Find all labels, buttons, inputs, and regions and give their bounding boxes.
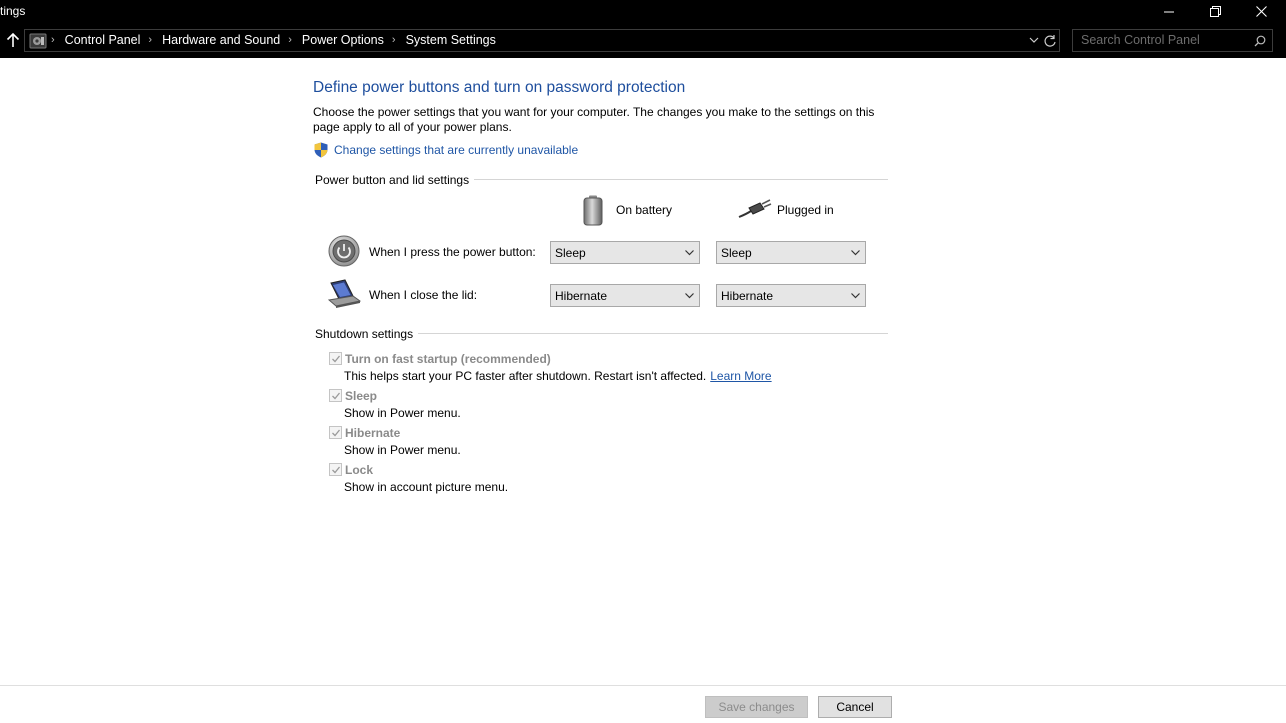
title-bar: tings [0, 0, 1286, 23]
sleep-title: Sleep [345, 389, 378, 403]
fast-startup-description: This helps start your PC faster after sh… [344, 369, 772, 383]
laptop-lid-icon [327, 279, 361, 308]
check-icon [332, 466, 341, 474]
check-icon [332, 355, 341, 363]
chevron-down-icon [685, 293, 694, 299]
chevron-down-icon [851, 250, 860, 256]
search-input[interactable] [1081, 33, 1251, 47]
lock-checkbox[interactable] [329, 463, 342, 476]
close-lid-label: When I close the lid: [369, 288, 478, 302]
change-settings-link[interactable]: Change settings that are currently unava… [334, 143, 578, 157]
close-lid-plugged-select[interactable]: Hibernate [716, 284, 866, 307]
address-bar[interactable]: › Control Panel › Hardware and Sound › P… [24, 29, 1060, 52]
chevron-down-icon [685, 250, 694, 256]
chevron-right-icon[interactable]: › [392, 34, 396, 46]
hibernate-checkbox[interactable] [329, 426, 342, 439]
select-value: Sleep [721, 246, 752, 260]
chevron-right-icon[interactable]: › [148, 34, 152, 46]
check-icon [332, 392, 341, 400]
restore-icon [1209, 6, 1221, 17]
plugged-in-label: Plugged in [777, 203, 834, 217]
page-title: Define power buttons and turn on passwor… [313, 79, 686, 96]
restore-button[interactable] [1192, 0, 1238, 23]
save-changes-button[interactable]: Save changes [705, 696, 808, 718]
fast-startup-checkbox[interactable] [329, 352, 342, 365]
uac-shield-icon [314, 142, 328, 158]
lock-title: Lock [345, 463, 374, 477]
sleep-checkbox[interactable] [329, 389, 342, 402]
breadcrumb-control-panel[interactable]: Control Panel [65, 33, 141, 47]
close-button[interactable] [1238, 0, 1284, 23]
hibernate-description: Show in Power menu. [344, 443, 461, 457]
cancel-button[interactable]: Cancel [818, 696, 892, 718]
check-icon [332, 429, 341, 437]
breadcrumb: › Control Panel › Hardware and Sound › P… [51, 33, 496, 47]
power-button-battery-select[interactable]: Sleep [550, 241, 700, 264]
chevron-down-icon[interactable] [1029, 35, 1039, 45]
footer-divider [0, 685, 1286, 686]
power-button-label: When I press the power button: [369, 245, 536, 259]
breadcrumb-power-options[interactable]: Power Options [302, 33, 384, 47]
chevron-right-icon[interactable]: › [51, 34, 55, 46]
up-arrow-icon[interactable] [4, 31, 22, 49]
select-value: Hibernate [721, 289, 774, 303]
minimize-button[interactable] [1146, 0, 1192, 23]
shutdown-section-title: Shutdown settings [315, 327, 419, 341]
power-plug-icon [738, 199, 772, 218]
chevron-down-icon [851, 293, 860, 299]
learn-more-link[interactable]: Learn More [710, 369, 771, 383]
search-box[interactable] [1072, 29, 1273, 52]
breadcrumb-system-settings[interactable]: System Settings [406, 33, 496, 47]
on-battery-label: On battery [616, 203, 673, 217]
select-value: Hibernate [555, 289, 608, 303]
close-icon [1255, 6, 1267, 17]
control-panel-icon [29, 33, 47, 49]
sleep-description: Show in Power menu. [344, 406, 461, 420]
select-value: Sleep [555, 246, 586, 260]
power-button-plugged-select[interactable]: Sleep [716, 241, 866, 264]
window-title: tings [0, 4, 26, 18]
chevron-right-icon[interactable]: › [288, 34, 292, 46]
battery-icon [583, 195, 603, 226]
refresh-icon[interactable] [1043, 34, 1057, 48]
power-button-icon [328, 235, 360, 267]
page-description: Choose the power settings that you want … [313, 105, 875, 134]
hibernate-title: Hibernate [345, 426, 401, 440]
fast-startup-title: Turn on fast startup (recommended) [345, 352, 551, 366]
close-lid-battery-select[interactable]: Hibernate [550, 284, 700, 307]
power-section-title: Power button and lid settings [315, 173, 475, 187]
lock-description: Show in account picture menu. [344, 480, 509, 494]
minimize-icon [1164, 11, 1174, 12]
breadcrumb-hardware-and-sound[interactable]: Hardware and Sound [162, 33, 280, 47]
search-icon[interactable] [1254, 35, 1266, 47]
fast-startup-desc-text: This helps start your PC faster after sh… [344, 369, 707, 383]
